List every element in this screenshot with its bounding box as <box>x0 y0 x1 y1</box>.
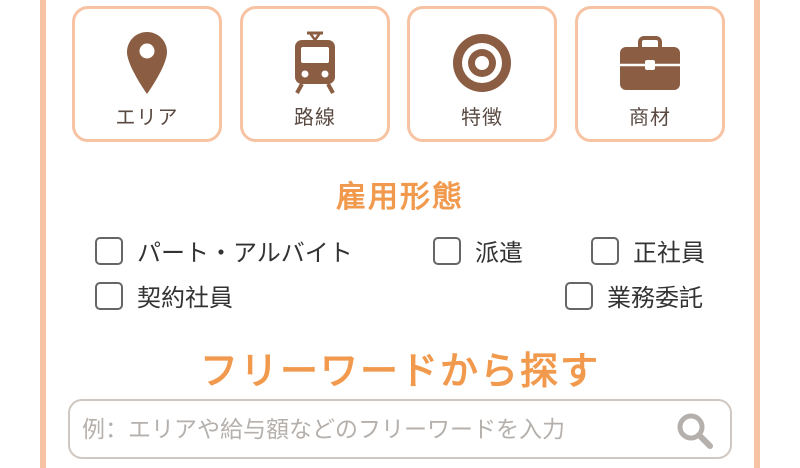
checkbox-label: 業務委託 <box>607 284 703 312</box>
freeword-heading: フリーワードから探す <box>199 349 600 393</box>
checkbox-outsourcing[interactable]: 業務委託 <box>565 278 703 313</box>
checkbox-label: 派遣 <box>475 239 523 267</box>
category-product-label: 商材 <box>629 105 671 129</box>
frame-right-border <box>754 0 760 468</box>
checkbox-label: 契約社員 <box>137 284 233 312</box>
checkbox-label: 正社員 <box>633 239 705 267</box>
employment-type-heading: 雇用形態 <box>336 180 464 215</box>
checkbox-box[interactable] <box>433 236 461 265</box>
category-product-button[interactable]: 商材 <box>575 6 725 142</box>
category-area-label: エリア <box>115 105 179 129</box>
frame-left-border <box>40 0 46 468</box>
category-area-button[interactable]: エリア <box>72 6 222 142</box>
checkbox-dispatch[interactable]: 派遣 <box>433 233 523 268</box>
checkbox-label: パート・アルバイト <box>137 239 353 267</box>
train-icon <box>243 31 387 95</box>
checkbox-part-time[interactable]: パート・アルバイト <box>95 233 353 268</box>
search-icon[interactable] <box>676 412 714 450</box>
category-feature-label: 特徴 <box>461 105 503 129</box>
category-line-label: 路線 <box>294 105 336 129</box>
checkbox-box[interactable] <box>95 236 123 265</box>
briefcase-icon <box>578 31 722 95</box>
checkbox-box[interactable] <box>95 281 123 310</box>
checkbox-box[interactable] <box>591 236 619 265</box>
category-buttons: エリア 路線 特徴 商材 <box>72 6 728 148</box>
checkbox-full-time[interactable]: 正社員 <box>591 233 705 268</box>
freeword-search-box <box>68 399 732 459</box>
category-line-button[interactable]: 路線 <box>240 6 390 142</box>
category-feature-button[interactable]: 特徴 <box>407 6 557 142</box>
checkbox-box[interactable] <box>565 281 593 310</box>
checkbox-contract[interactable]: 契約社員 <box>95 278 233 313</box>
freeword-search-input[interactable] <box>80 409 674 451</box>
target-icon <box>410 31 554 95</box>
map-pin-icon <box>75 31 219 95</box>
